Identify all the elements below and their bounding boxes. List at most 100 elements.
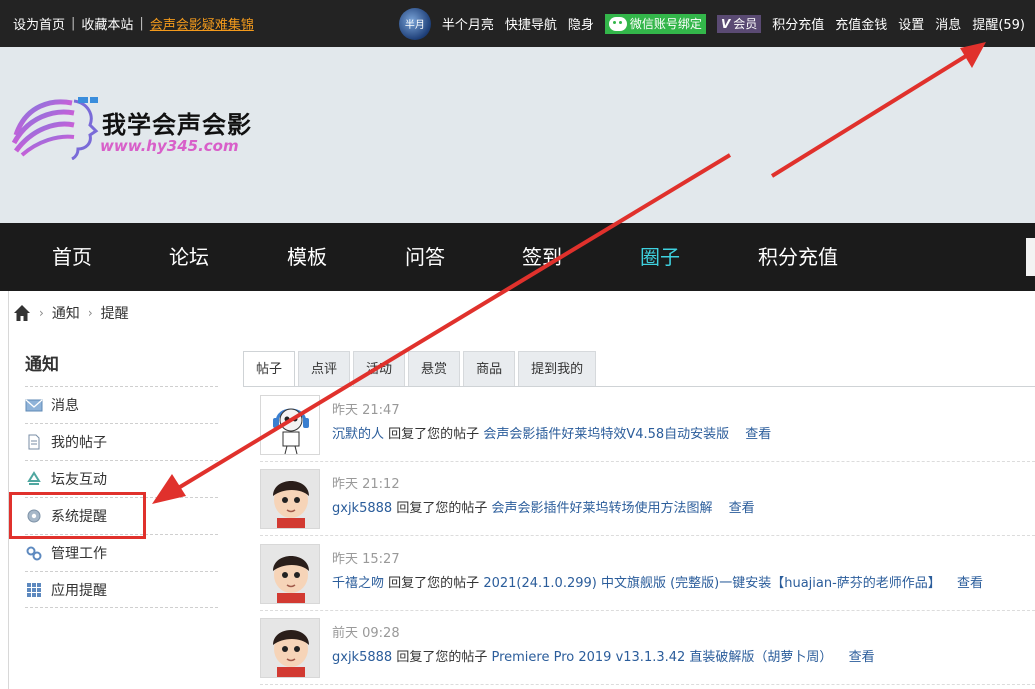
- headphone-avatar-icon: [261, 396, 319, 454]
- invisible-link[interactable]: 隐身: [568, 14, 594, 33]
- nav-points-recharge[interactable]: 积分充值: [758, 223, 838, 291]
- feed-action: 回复了您的帖子: [388, 576, 480, 591]
- feed-view-link[interactable]: 查看: [849, 650, 875, 665]
- settings-link[interactable]: 设置: [898, 14, 924, 33]
- feed-post-link[interactable]: 会声会影插件好莱坞特效V4.58自动安装版: [483, 427, 729, 442]
- sidebar-item-management[interactable]: 管理工作: [25, 534, 218, 571]
- logo-url: www.hy345.com: [100, 137, 239, 155]
- sidebar-item-label: 我的帖子: [51, 435, 107, 451]
- list-item: 前天 09:28 gxjk5888 回复了您的帖子 Premiere Pro 2…: [260, 612, 1035, 685]
- nav-qa[interactable]: 问答: [405, 223, 445, 291]
- home-icon[interactable]: [13, 304, 31, 322]
- feed-view-link[interactable]: 查看: [729, 501, 755, 516]
- sidebar-item-label: 管理工作: [51, 546, 107, 562]
- quick-nav-link[interactable]: 快捷导航: [505, 14, 557, 33]
- cartoon-boy-avatar[interactable]: [260, 469, 320, 529]
- feed-text: gxjk5888 回复了您的帖子 Premiere Pro 2019 v13.1…: [332, 646, 875, 665]
- nav-search-input[interactable]: [1026, 238, 1035, 276]
- top-bar-right: 半月 半个月亮 快捷导航 隐身 微信账号绑定 V 会员 积分充值 充值金钱 设置…: [388, 0, 1025, 47]
- nav-checkin[interactable]: 签到: [522, 223, 562, 291]
- recycle-icon: [27, 471, 41, 485]
- bookmark-link[interactable]: 收藏本站: [81, 14, 133, 33]
- tab-goods[interactable]: 商品: [463, 351, 516, 386]
- feed-user-link[interactable]: gxjk5888: [332, 501, 392, 516]
- wechat-bind-button[interactable]: 微信账号绑定: [604, 13, 706, 34]
- sidebar-title: 通知: [25, 355, 59, 375]
- avatar-text: 半月: [404, 20, 425, 31]
- sidebar-item-label: 应用提醒: [51, 582, 107, 599]
- faq-collection-link[interactable]: 会声会影疑难集锦: [150, 14, 254, 33]
- feed-action: 回复了您的帖子: [396, 501, 488, 516]
- messages-link[interactable]: 消息: [935, 14, 961, 33]
- list-item: 昨天 21:47 沉默的人 回复了您的帖子 会声会影插件好莱坞特效V4.58自动…: [260, 389, 1035, 462]
- feed-post-link[interactable]: 2021(24.1.0.299) 中文旗舰版 (完整版)一键安装【huajian…: [483, 576, 941, 591]
- notice-tabs: 帖子 点评 活动 悬赏 商品 提到我的: [243, 351, 599, 387]
- feed-text: gxjk5888 回复了您的帖子 会声会影插件好莱坞转场使用方法图解 查看: [332, 497, 755, 516]
- cartoon-boy-avatar[interactable]: [260, 544, 320, 604]
- page: 设为首页 | 收藏本站 | 会声会影疑难集锦 半月 半个月亮 快捷导航 隐身 微…: [0, 0, 1035, 689]
- set-homepage-link[interactable]: 设为首页: [13, 14, 65, 33]
- breadcrumb-reminder: 提醒: [100, 306, 129, 322]
- wechat-icon: [608, 16, 627, 31]
- cartoon-boy-avatar-icon: [261, 619, 319, 677]
- list-item: 昨天 21:12 gxjk5888 回复了您的帖子 会声会影插件好莱坞转场使用方…: [260, 463, 1035, 536]
- breadcrumb-notice[interactable]: 通知: [52, 303, 80, 323]
- tab-mentions[interactable]: 提到我的: [518, 351, 597, 386]
- annotation-highlight-box: [9, 492, 146, 539]
- tab-events[interactable]: 活动: [353, 351, 406, 386]
- username-link[interactable]: 半个月亮: [442, 14, 494, 33]
- chevron-right-icon: ›: [39, 306, 44, 320]
- feed-user-link[interactable]: 沉默的人: [332, 427, 384, 442]
- nav-forum[interactable]: 论坛: [169, 223, 209, 291]
- sidebar-item-my-posts[interactable]: 我的帖子: [25, 423, 218, 460]
- feed-action: 回复了您的帖子: [388, 427, 480, 442]
- points-recharge-link[interactable]: 积分充值: [772, 14, 824, 33]
- main-nav: 首页 论坛 模板 问答 签到 圈子 积分充值: [0, 223, 1035, 291]
- feed-view-link[interactable]: 查看: [745, 427, 771, 442]
- cartoon-boy-avatar[interactable]: [260, 618, 320, 678]
- feed-text: 沉默的人 回复了您的帖子 会声会影插件好莱坞特效V4.58自动安装版 查看: [332, 423, 771, 442]
- vip-label: 会员: [733, 17, 758, 31]
- nav-circle[interactable]: 圈子: [640, 223, 680, 291]
- nav-templates[interactable]: 模板: [287, 223, 327, 291]
- feed-text: 千禧之吻 回复了您的帖子 2021(24.1.0.299) 中文旗舰版 (完整版…: [332, 572, 983, 591]
- tab-bounty[interactable]: 悬赏: [408, 351, 461, 386]
- sidebar-item-messages[interactable]: 消息: [25, 386, 218, 423]
- feed-action: 回复了您的帖子: [396, 650, 488, 665]
- money-recharge-link[interactable]: 充值金钱: [835, 14, 887, 33]
- site-header: 我学会声会影 www.hy345.com: [0, 47, 1035, 223]
- document-icon: [28, 434, 40, 450]
- divider: |: [71, 16, 76, 31]
- tab-comments[interactable]: 点评: [298, 351, 351, 386]
- reminders-link[interactable]: 提醒(59): [972, 14, 1025, 33]
- top-bar: 设为首页 | 收藏本站 | 会声会影疑难集锦 半月 半个月亮 快捷导航 隐身 微…: [0, 0, 1035, 47]
- site-logo[interactable]: 我学会声会影 www.hy345.com: [11, 95, 262, 161]
- sidebar-item-label: 坛友互动: [51, 472, 107, 488]
- sidebar-item-app-reminder[interactable]: 应用提醒: [25, 571, 218, 608]
- feed-view-link[interactable]: 查看: [957, 576, 983, 591]
- nav-home[interactable]: 首页: [52, 223, 92, 291]
- feed-user-link[interactable]: 千禧之吻: [332, 576, 384, 591]
- vip-badge[interactable]: V 会员: [716, 14, 762, 33]
- divider: |: [139, 16, 144, 31]
- feed-user-link[interactable]: gxjk5888: [332, 650, 392, 665]
- sidebar-item-label: 消息: [51, 398, 79, 414]
- logo-face-icon: [11, 97, 99, 161]
- feed-post-link[interactable]: 会声会影插件好莱坞转场使用方法图解: [491, 501, 712, 516]
- feed-time: 前天 09:28: [332, 626, 400, 641]
- chevron-right-icon: ›: [87, 306, 93, 320]
- vip-icon: V: [720, 16, 731, 31]
- headphone-avatar[interactable]: [260, 395, 320, 455]
- top-bar-left: 设为首页 | 收藏本站 | 会声会影疑难集锦: [13, 0, 254, 47]
- grid-icon: [27, 582, 41, 597]
- tab-posts[interactable]: 帖子: [243, 351, 296, 387]
- envelope-icon: [25, 399, 43, 412]
- tabs-divider: [243, 386, 1035, 387]
- feed-time: 昨天 21:47: [332, 403, 400, 418]
- list-item: 昨天 15:27 千禧之吻 回复了您的帖子 2021(24.1.0.299) 中…: [260, 538, 1035, 611]
- feed-post-link[interactable]: Premiere Pro 2019 v13.1.3.42 直装破解版（胡萝卜周）: [491, 650, 832, 665]
- logo-title: 我学会声会影: [102, 111, 252, 139]
- user-avatar[interactable]: 半月: [398, 7, 431, 40]
- breadcrumb: › 通知 › 提醒: [13, 303, 129, 323]
- wechat-bind-label: 微信账号绑定: [629, 17, 702, 31]
